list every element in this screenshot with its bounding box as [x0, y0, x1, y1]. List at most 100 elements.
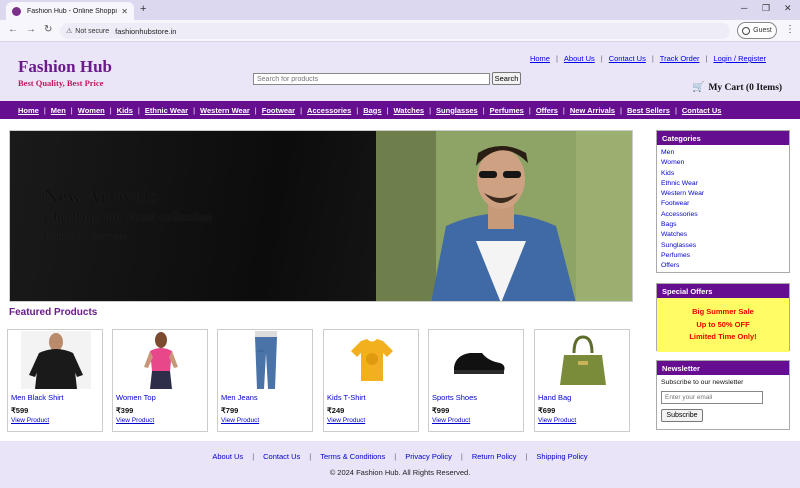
back-icon[interactable]: ←	[8, 24, 18, 35]
toplink-track-order[interactable]: Track Order	[660, 54, 700, 63]
hero-banner[interactable]: New Arrivals Check out our latest collec…	[9, 130, 633, 302]
nav-kids[interactable]: Kids	[117, 106, 133, 115]
window-close-icon[interactable]: ✕	[784, 3, 792, 14]
view-product-link[interactable]: View Product	[116, 417, 154, 424]
url-text[interactable]: fashionhubstore.in	[115, 27, 176, 36]
category-kids[interactable]: Kids	[661, 169, 785, 179]
view-product-link[interactable]: View Product	[538, 417, 576, 424]
nav-sunglasses[interactable]: Sunglasses	[436, 106, 478, 115]
product-price: ₹599	[11, 406, 29, 415]
search-input[interactable]	[253, 73, 490, 85]
product-name[interactable]: Men Jeans	[221, 393, 258, 402]
offer-line: Big Summer Sale	[692, 307, 754, 316]
nav-watches[interactable]: Watches	[394, 106, 425, 115]
footer-return[interactable]: Return Policy	[472, 452, 517, 461]
new-tab-icon[interactable]: +	[140, 3, 146, 15]
product-card[interactable]: Hand Bag ₹699 View Product	[534, 329, 630, 432]
product-card[interactable]: Men Black Shirt ₹599 View Product	[7, 329, 103, 432]
tab-close-icon[interactable]: ✕	[121, 7, 128, 16]
warning-icon[interactable]: ⚠	[66, 27, 72, 35]
nav-best-sellers[interactable]: Best Sellers	[627, 106, 670, 115]
restore-icon[interactable]: ❐	[762, 3, 770, 14]
product-card[interactable]: Men Jeans ₹799 View Product	[217, 329, 313, 432]
nav-footwear[interactable]: Footwear	[262, 106, 295, 115]
product-name[interactable]: Kids T-Shirt	[327, 393, 366, 402]
product-card[interactable]: Kids T-Shirt ₹249 View Product	[323, 329, 419, 432]
product-image[interactable]	[435, 331, 519, 389]
offer-banner[interactable]: Big Summer Sale Up to 50% OFF Limited Ti…	[657, 298, 789, 352]
product-image[interactable]	[541, 331, 625, 389]
cart-link[interactable]: 🛒 My Cart (0 Items)	[692, 82, 782, 93]
footer-about[interactable]: About Us	[212, 452, 243, 461]
footer-contact[interactable]: Contact Us	[263, 452, 300, 461]
toplink-login[interactable]: Login / Register	[713, 54, 766, 63]
view-product-link[interactable]: View Product	[221, 417, 259, 424]
product-image[interactable]	[14, 331, 98, 389]
toplink-contact[interactable]: Contact Us	[609, 54, 646, 63]
product-price: ₹799	[221, 406, 239, 415]
site-footer: About Us | Contact Us | Terms & Conditions…	[0, 441, 800, 488]
product-name[interactable]: Hand Bag	[538, 393, 571, 402]
nav-accessories[interactable]: Accessories	[307, 106, 351, 115]
hero-text: New Arrivals Check out our latest collec…	[44, 186, 212, 241]
product-image[interactable]	[330, 331, 414, 389]
nav-women[interactable]: Women	[78, 106, 105, 115]
view-product-link[interactable]: View Product	[11, 417, 49, 424]
category-sunglasses[interactable]: Sunglasses	[661, 241, 785, 251]
nav-contact-us[interactable]: Contact Us	[682, 106, 722, 115]
minimize-icon[interactable]: ─	[741, 3, 747, 13]
subscribe-button[interactable]: Subscribe	[661, 409, 703, 422]
product-card[interactable]: Sports Shoes ₹999 View Product	[428, 329, 524, 432]
search-button[interactable]: Search	[492, 72, 521, 85]
address-bar[interactable]: ⚠ Not secure fashionhubstore.in	[60, 23, 730, 39]
footer-privacy[interactable]: Privacy Policy	[405, 452, 452, 461]
site-logo[interactable]: Fashion Hub	[18, 57, 112, 77]
product-image[interactable]	[224, 331, 308, 389]
category-accessories[interactable]: Accessories	[661, 210, 785, 220]
cart-icon: 🛒	[692, 82, 705, 93]
category-watches[interactable]: Watches	[661, 230, 785, 240]
category-offers[interactable]: Offers	[661, 261, 785, 271]
nav-offers[interactable]: Offers	[536, 106, 558, 115]
view-product-link[interactable]: View Product	[432, 417, 470, 424]
category-men[interactable]: Men	[661, 148, 785, 158]
hero-heading: New Arrivals	[44, 186, 157, 208]
nav-western-wear[interactable]: Western Wear	[200, 106, 250, 115]
product-name[interactable]: Sports Shoes	[432, 393, 477, 402]
top-links: Home | About Us | Contact Us | Track Order |…	[529, 54, 766, 63]
product-name[interactable]: Women Top	[116, 393, 156, 402]
product-image[interactable]	[119, 331, 203, 389]
category-footwear[interactable]: Footwear	[661, 199, 785, 209]
profile-button[interactable]: Guest	[737, 22, 777, 39]
view-product-link[interactable]: View Product	[327, 417, 365, 424]
footer-terms[interactable]: Terms & Conditions	[320, 452, 385, 461]
nav-men[interactable]: Men	[51, 106, 66, 115]
category-bags[interactable]: Bags	[661, 220, 785, 230]
browser-menu-icon[interactable]: ⋮	[785, 24, 795, 35]
hero-subheading: Check out our latest collection	[44, 209, 213, 224]
nav-perfumes[interactable]: Perfumes	[490, 106, 524, 115]
shirt-icon	[21, 331, 91, 389]
email-field[interactable]	[661, 391, 763, 404]
product-name[interactable]: Men Black Shirt	[11, 393, 64, 402]
category-western-wear[interactable]: Western Wear	[661, 189, 785, 199]
browser-tab[interactable]: Fashion Hub - Online Shopping ✕	[6, 2, 134, 20]
toplink-about[interactable]: About Us	[564, 54, 595, 63]
product-card[interactable]: Women Top ₹399 View Product	[112, 329, 208, 432]
toplink-home[interactable]: Home	[530, 54, 550, 63]
footer-shipping[interactable]: Shipping Policy	[536, 452, 587, 461]
category-women[interactable]: Women	[661, 158, 785, 168]
nav-ethnic-wear[interactable]: Ethnic Wear	[145, 106, 188, 115]
forward-icon[interactable]: →	[26, 24, 36, 35]
category-ethnic-wear[interactable]: Ethnic Wear	[661, 179, 785, 189]
nav-home[interactable]: Home	[18, 106, 39, 115]
jeans-icon	[231, 331, 301, 389]
top-icon	[126, 331, 196, 389]
security-label[interactable]: Not secure	[75, 28, 109, 35]
reload-icon[interactable]: ↻	[44, 24, 52, 35]
nav-new-arrivals[interactable]: New Arrivals	[570, 106, 615, 115]
category-perfumes[interactable]: Perfumes	[661, 251, 785, 261]
nav-bags[interactable]: Bags	[363, 106, 381, 115]
shoe-icon	[442, 331, 512, 389]
profile-label: Guest	[753, 27, 772, 34]
